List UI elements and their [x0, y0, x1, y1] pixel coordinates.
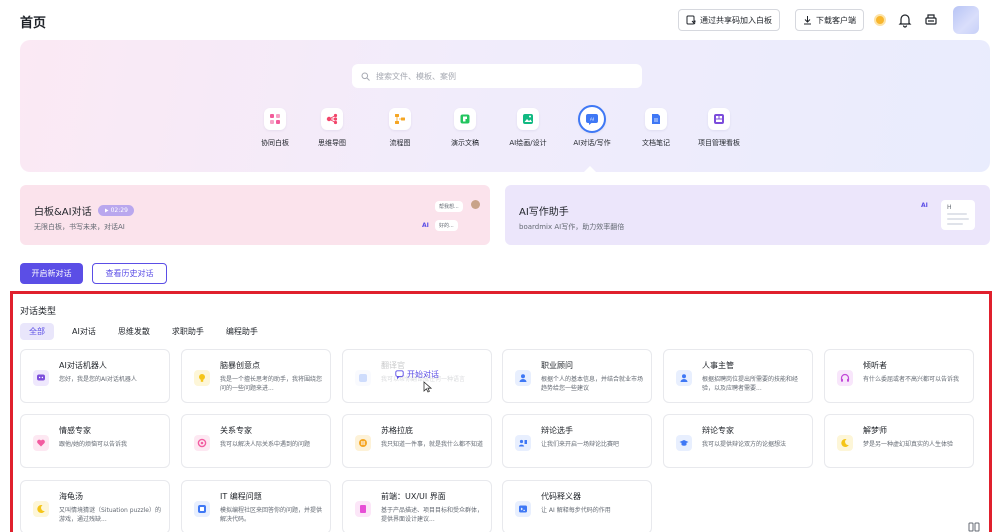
svg-text:AI: AI	[590, 117, 594, 122]
ai-painting-icon	[523, 114, 533, 124]
ai-chat-icon: AI	[586, 114, 598, 125]
tool-ai-chat[interactable]: AI AI对话/写作	[557, 105, 627, 148]
chat-bubble-user: 帮我想...	[435, 201, 463, 212]
document-icon	[652, 114, 660, 124]
avatar[interactable]	[953, 6, 979, 34]
ai-mark-icon: AI	[921, 202, 928, 209]
chat-bubble-ai: 好的...	[435, 220, 458, 231]
join-by-code-label: 通过共享码加入白板	[700, 15, 772, 25]
new-chat-button[interactable]: 开启新对话	[20, 263, 83, 284]
tool-kanban[interactable]: 项目管理看板	[684, 108, 754, 148]
search-icon	[361, 72, 370, 81]
card-subtitle: 无限白板，书写未来，对话AI	[34, 223, 125, 231]
doc-heading-mark: H	[947, 204, 952, 211]
tool-document[interactable]: 文档笔记	[621, 108, 691, 148]
coin-icon[interactable]	[874, 14, 886, 26]
mindmap-icon	[326, 113, 338, 125]
printer-icon[interactable]	[924, 12, 938, 28]
tool-presentation[interactable]: 演示文稿	[430, 108, 500, 148]
video-duration: 02:29	[110, 207, 128, 214]
active-tool-pointer	[584, 166, 596, 172]
page-title: 首页	[20, 16, 47, 31]
tool-label: 演示文稿	[451, 139, 479, 147]
tool-flowchart[interactable]: 流程图	[365, 108, 435, 148]
tool-label: 文档笔记	[642, 139, 670, 147]
search-placeholder: 搜索文件、模板、案例	[376, 71, 456, 81]
bell-icon[interactable]	[898, 12, 912, 28]
download-icon	[804, 16, 811, 25]
whiteboard-icon	[270, 114, 280, 124]
document-preview-icon: H	[941, 200, 975, 230]
user-avatar-icon	[471, 200, 480, 209]
join-board-icon	[686, 15, 696, 25]
top-bar: 首页 通过共享码加入白板 下载客户端	[0, 0, 1000, 40]
tool-label: 思维导图	[318, 139, 346, 147]
ai-writing-subtitle: boardmix AI写作，助力效率翻倍	[519, 223, 625, 231]
download-client-label: 下载客户端	[816, 15, 856, 25]
highlight-frame	[10, 291, 992, 532]
chat-history-button[interactable]: 查看历史对话	[92, 263, 167, 284]
video-duration-badge[interactable]: 02:29	[97, 205, 134, 216]
hero-banner: 搜索文件、模板、案例	[20, 40, 990, 172]
card-title: 白板&AI对话 02:29	[34, 203, 134, 218]
join-by-code-button[interactable]: 通过共享码加入白板	[678, 9, 780, 31]
search-input[interactable]: 搜索文件、模板、案例	[352, 64, 642, 88]
presentation-icon	[460, 114, 470, 124]
ai-writing-card[interactable]: AI写作助手 boardmix AI写作，助力效率翻倍 AI H	[505, 185, 990, 245]
whiteboard-ai-card[interactable]: 白板&AI对话 02:29 无限白板，书写未来，对话AI 帮我想... AI 好…	[20, 185, 490, 245]
play-icon	[104, 208, 109, 213]
download-client-button[interactable]: 下载客户端	[795, 9, 864, 31]
tool-label: AI绘画/设计	[509, 139, 547, 147]
ai-logo-icon: AI	[422, 222, 429, 229]
flowchart-icon	[395, 114, 405, 124]
tool-ai-painting[interactable]: AI绘画/设计	[493, 108, 563, 148]
tool-label: AI对话/写作	[573, 139, 611, 147]
tool-mindmap[interactable]: 思维导图	[297, 108, 367, 148]
whiteboard-ai-title: 白板&AI对话	[34, 207, 92, 218]
tool-label: 项目管理看板	[698, 139, 740, 147]
ai-writing-title: AI写作助手	[519, 207, 569, 218]
tool-label: 流程图	[389, 139, 411, 147]
kanban-icon	[714, 114, 724, 124]
